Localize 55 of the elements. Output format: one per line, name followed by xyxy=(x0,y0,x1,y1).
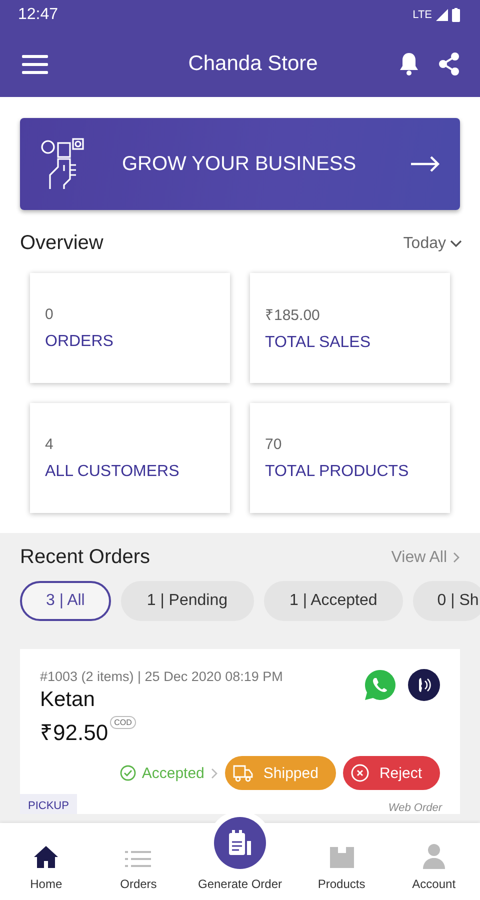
grow-business-banner[interactable]: GROW YOUR BUSINESS xyxy=(20,118,460,210)
stat-label: ALL CUSTOMERS xyxy=(45,462,180,480)
battery-icon xyxy=(452,8,460,22)
overview-heading: Overview xyxy=(20,232,104,255)
filter-chip[interactable]: 1 | Accepted xyxy=(264,581,404,621)
reject-button[interactable]: Reject xyxy=(343,756,440,790)
stat-value: ₹185.00 xyxy=(265,306,321,324)
whatsapp-icon[interactable] xyxy=(364,669,396,701)
generate-order-button[interactable]: Generate Order xyxy=(184,817,296,891)
stat-card[interactable]: ₹185.00 TOTAL SALES xyxy=(250,273,450,383)
payment-badge: COD xyxy=(110,716,136,729)
stat-card[interactable]: 0 ORDERS xyxy=(30,273,230,383)
filter-chip[interactable]: 1 | Pending xyxy=(120,581,254,621)
order-meta: #1003 (2 items) | 25 Dec 2020 08:19 PM xyxy=(40,669,283,684)
close-icon xyxy=(351,764,370,782)
nav-tab[interactable]: Home xyxy=(0,845,92,891)
home-icon xyxy=(33,845,60,869)
order-source: Web Order xyxy=(388,802,442,814)
nav-tab[interactable]: Account xyxy=(388,843,480,891)
person-icon xyxy=(422,843,446,869)
signal-icon xyxy=(436,9,448,21)
stat-value: 4 xyxy=(45,436,54,452)
period-dropdown[interactable]: Today xyxy=(403,234,462,252)
bell-icon[interactable] xyxy=(398,52,420,76)
stat-value: 70 xyxy=(265,436,283,452)
chevron-right-icon xyxy=(453,552,460,563)
order-status: Accepted xyxy=(120,764,204,782)
customer-name: Ketan xyxy=(40,688,96,712)
chevron-right-icon xyxy=(211,768,218,778)
arrow-right-icon xyxy=(410,156,440,172)
order-amount: ₹92.50 xyxy=(40,719,108,746)
nav-tab[interactable]: Products xyxy=(295,845,388,891)
stat-label: TOTAL SALES xyxy=(265,334,372,352)
stat-label: ORDERS xyxy=(45,332,114,350)
stat-card[interactable]: 70 TOTAL PRODUCTS xyxy=(250,403,450,513)
share-icon[interactable] xyxy=(438,52,460,76)
phone-call-icon[interactable] xyxy=(408,669,440,701)
stat-value: 0 xyxy=(45,306,54,322)
box-icon xyxy=(328,845,355,869)
order-card[interactable]: #1003 (2 items) | 25 Dec 2020 08:19 PM Ketan ₹92.50 COD Accepted Shipped Reject PICKUP Web Order xyxy=(20,649,460,814)
filter-chip[interactable]: 3 | All xyxy=(20,581,111,621)
chevron-down-icon xyxy=(450,240,462,248)
recent-orders-heading: Recent Orders xyxy=(20,546,150,569)
network-type: LTE xyxy=(412,9,432,21)
menu-icon[interactable] xyxy=(22,54,48,74)
nav-tab[interactable]: Orders xyxy=(92,849,185,891)
status-time: 12:47 xyxy=(18,6,58,24)
truck-icon xyxy=(233,764,254,782)
stat-card[interactable]: 4 ALL CUSTOMERS xyxy=(30,403,230,513)
filter-chip[interactable]: 0 | Sh xyxy=(413,581,480,621)
check-circle-icon xyxy=(120,765,136,781)
list-icon xyxy=(125,849,152,869)
stat-label: TOTAL PRODUCTS xyxy=(265,462,410,480)
delivery-tag: PICKUP xyxy=(20,794,77,814)
app-title: Chanda Store xyxy=(187,52,319,76)
